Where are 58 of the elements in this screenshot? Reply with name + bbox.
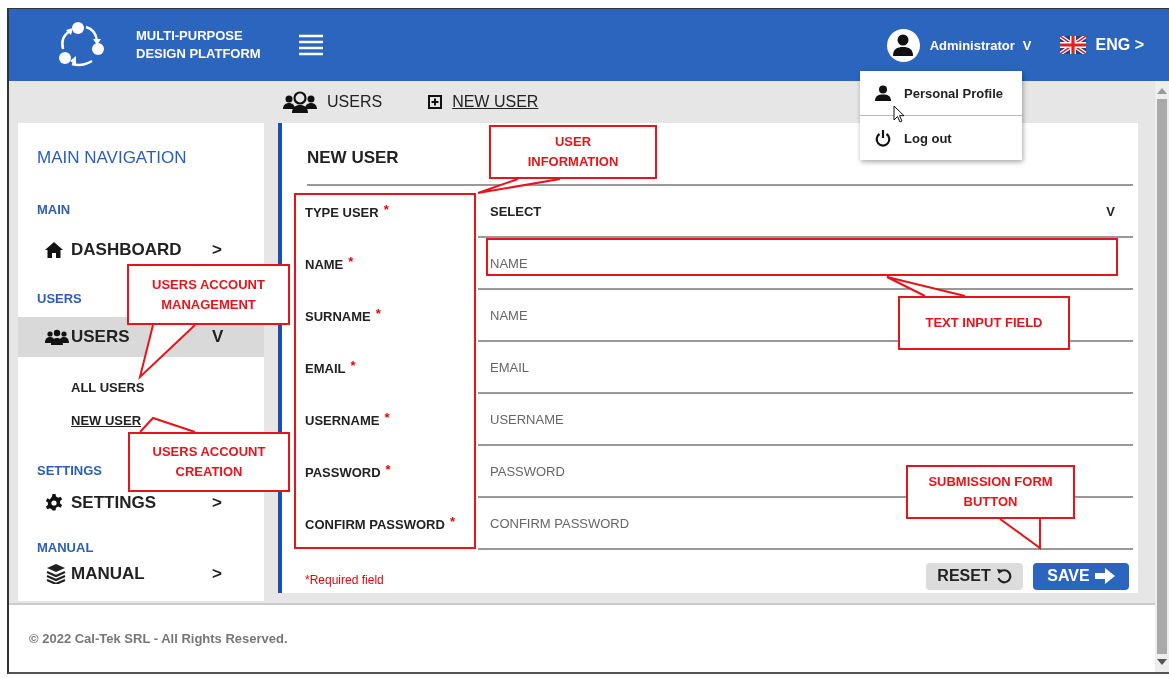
save-button[interactable]: SAVE — [1033, 562, 1129, 590]
scroll-down-icon[interactable] — [1157, 658, 1167, 666]
sidebar-title: MAIN NAVIGATION — [37, 147, 187, 169]
callout-pointer — [140, 325, 195, 377]
gear-icon — [45, 494, 63, 512]
nav-item[interactable]: SETTINGS > — [18, 493, 264, 513]
callout-pointer — [1000, 519, 1040, 548]
users-icon — [45, 329, 69, 345]
power-icon — [875, 129, 891, 147]
field-label: CONFIRM PASSWORD — [305, 516, 445, 532]
callout: SUBMISSION FORM BUTTON — [906, 465, 1075, 519]
required-mark: * — [348, 253, 354, 269]
required-mark: * — [350, 357, 356, 373]
nav-subitem[interactable]: ALL USERS — [71, 379, 145, 395]
input-field[interactable]: USERNAME — [478, 394, 1133, 446]
nav-item[interactable]: DASHBOARD > — [18, 240, 264, 260]
nav-subitem[interactable]: NEW USER — [71, 412, 142, 428]
menu-item[interactable]: Personal Profile — [860, 71, 1022, 115]
field-label: TYPE USER — [305, 204, 379, 220]
section-heading: SETTINGS — [37, 463, 102, 479]
required-mark: * — [385, 461, 391, 477]
section-heading: USERS — [37, 291, 82, 307]
home-icon — [45, 242, 63, 258]
nav-item[interactable]: MANUAL > — [18, 564, 264, 584]
required-note: *Required field — [305, 572, 385, 587]
add-icon — [428, 95, 443, 109]
field-label: NAME — [305, 256, 344, 272]
field-label: SURNAME — [305, 308, 371, 324]
required-mark: * — [383, 201, 389, 217]
breadcrumb-link[interactable]: NEW USER — [452, 93, 539, 111]
person-icon — [875, 85, 891, 101]
callout: USERS ACCOUNT CREATION — [128, 432, 290, 492]
users-icon — [283, 91, 317, 113]
field-label: EMAIL — [305, 360, 346, 376]
logo-icon — [58, 21, 106, 69]
app-title: MULTI-PURPOSE DESIGN PLATFORM — [136, 27, 261, 63]
copyright-text: © 2022 Cal-Tek SRL - All Rights Reserved. — [29, 631, 288, 646]
required-mark: * — [449, 513, 455, 529]
section-heading: MANUAL — [37, 540, 94, 556]
section-heading: MAIN — [37, 202, 71, 218]
avatar-icon[interactable] — [886, 28, 920, 62]
required-mark: * — [384, 409, 390, 425]
language-selector[interactable]: ENG > — [1095, 36, 1144, 54]
cursor-icon — [893, 105, 905, 123]
flag-icon[interactable] — [1059, 36, 1086, 54]
reset-button[interactable]: RESET — [926, 562, 1023, 590]
scrollbar-thumb[interactable] — [1157, 99, 1167, 654]
books-icon — [45, 564, 67, 584]
user-dropdown[interactable]: Administrator V — [929, 37, 1032, 53]
menu-icon[interactable] — [298, 34, 323, 56]
required-mark: * — [375, 305, 381, 321]
refresh-icon — [995, 568, 1012, 584]
field-label: PASSWORD — [305, 464, 381, 480]
arrow-right-icon — [1094, 568, 1115, 584]
field-label: USERNAME — [305, 412, 380, 428]
input-field[interactable]: NAME — [478, 238, 1133, 290]
breadcrumb-item: USERS — [327, 93, 383, 111]
select-field[interactable]: SELECT V — [478, 186, 1133, 238]
